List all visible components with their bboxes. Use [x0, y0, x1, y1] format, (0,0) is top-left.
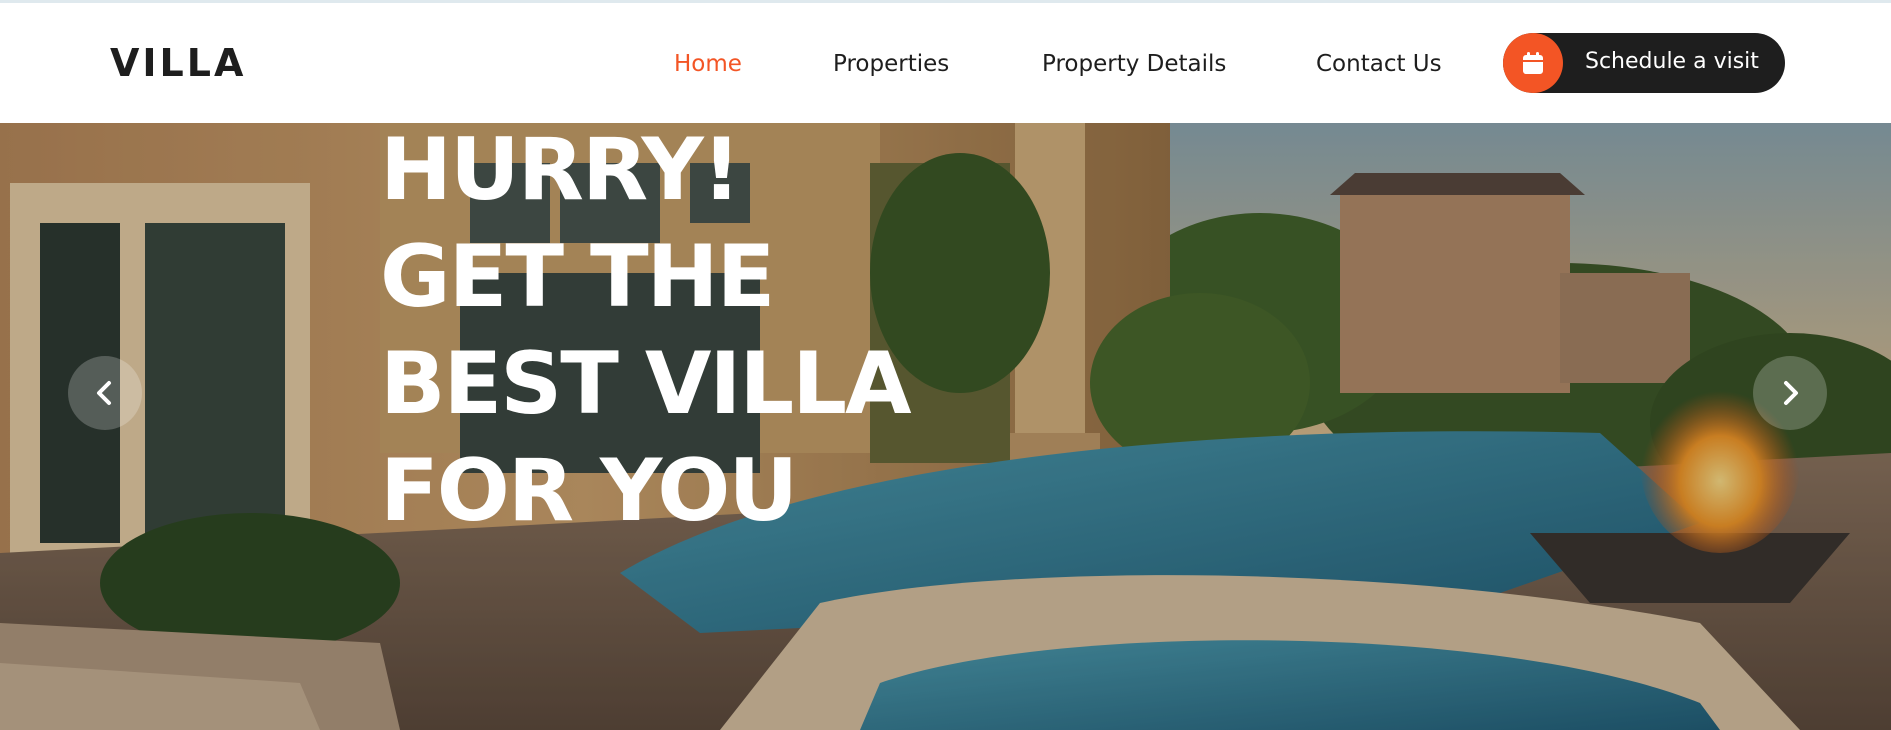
schedule-visit-label: Schedule a visit: [1585, 49, 1759, 74]
chevron-left-icon: [97, 381, 111, 405]
nav-properties-link[interactable]: Properties: [833, 51, 949, 77]
hero-headline-line: FOR YOU: [380, 441, 798, 541]
hero-headline: HURRY! GET THE BEST VILLA FOR YOU: [380, 123, 980, 545]
hero-headline-line: BEST VILLA: [380, 334, 912, 434]
carousel-prev-button[interactable]: [68, 356, 142, 430]
hero-headline-line: HURRY!: [380, 123, 741, 220]
chevron-right-icon: [1784, 381, 1798, 405]
hero-banner: HURRY! GET THE BEST VILLA FOR YOU: [0, 123, 1891, 730]
hero-headline-line: GET THE: [380, 227, 775, 327]
carousel-next-button[interactable]: [1753, 356, 1827, 430]
schedule-visit-button[interactable]: Schedule a visit: [1503, 33, 1785, 93]
nav-home-link[interactable]: Home: [674, 51, 742, 77]
nav-property-details-link[interactable]: Property Details: [1042, 51, 1226, 77]
calendar-icon: [1503, 33, 1563, 93]
site-header: VILLA Home Properties Property Details C…: [0, 3, 1891, 123]
nav-contact-link[interactable]: Contact Us: [1316, 51, 1442, 77]
